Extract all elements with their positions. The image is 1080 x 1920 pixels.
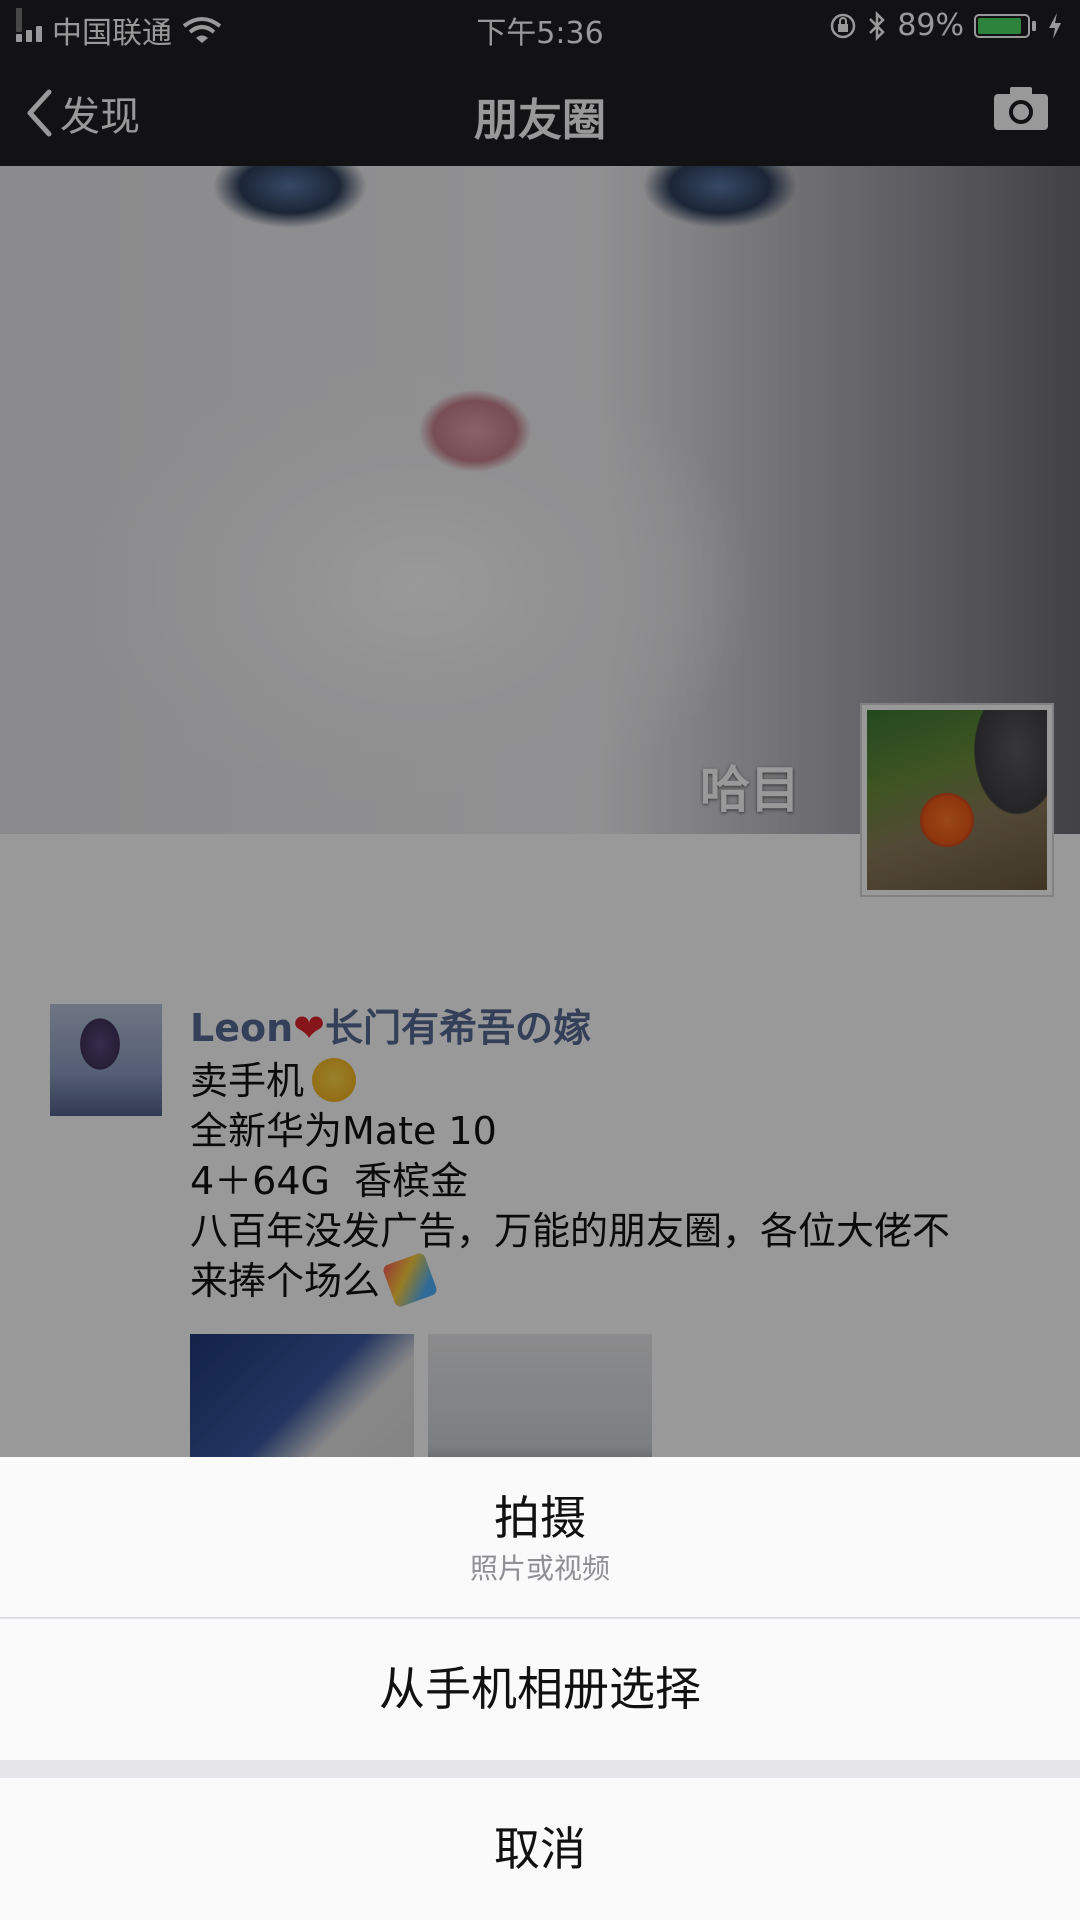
cancel-button[interactable]: 取消 — [0, 1778, 1080, 1920]
shoot-option[interactable]: 拍摄 照片或视频 — [0, 1457, 1080, 1618]
shoot-label: 拍摄 — [494, 1491, 586, 1545]
choose-from-album-option[interactable]: 从手机相册选择 — [0, 1619, 1080, 1760]
cancel-label: 取消 — [494, 1822, 586, 1876]
shoot-sublabel: 照片或视频 — [469, 1552, 610, 1585]
album-label: 从手机相册选择 — [379, 1662, 701, 1716]
action-sheet: 拍摄 照片或视频 从手机相册选择 取消 — [0, 1457, 1080, 1920]
